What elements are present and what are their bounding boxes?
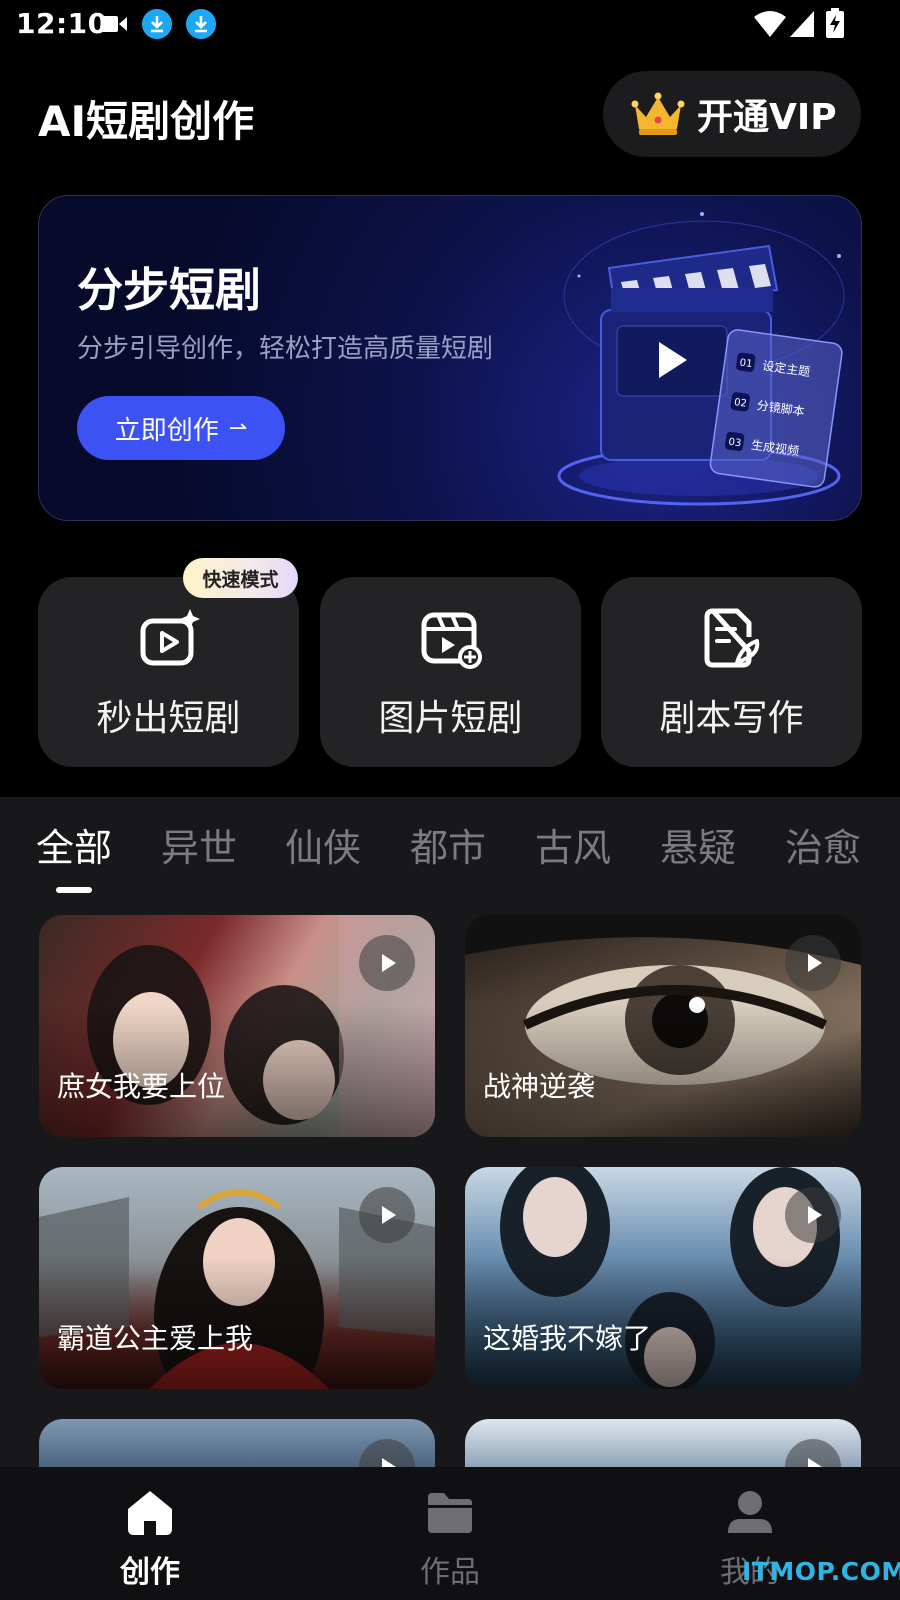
step-1-num: 01 — [739, 357, 753, 370]
drama-title: 庶女我要上位 — [57, 1070, 226, 1103]
nav-works-label: 作品 — [420, 1555, 480, 1590]
play-icon[interactable] — [359, 935, 415, 991]
quick-mode-badge: 快速模式 — [183, 558, 298, 598]
step-2-num: 02 — [733, 397, 747, 410]
create-now-button[interactable]: 立即创作 ⇀ — [77, 396, 285, 460]
wifi-icon — [754, 11, 786, 37]
script-pen-icon — [704, 608, 760, 668]
step-drama-banner[interactable]: 分步短剧 分步引导创作，轻松打造高质量短剧 立即创作 ⇀ 01 设定主题 02 … — [38, 195, 862, 521]
create-now-label: 立即创作 — [114, 415, 219, 446]
drama-card[interactable]: 霸道公主爱上我 — [39, 1167, 435, 1389]
tab-xianxia[interactable]: 仙侠 — [285, 817, 361, 872]
download-icon — [186, 9, 216, 39]
tab-healing[interactable]: 治愈 — [785, 817, 861, 872]
banner-title: 分步短剧 — [77, 263, 261, 317]
status-bar: 12:10 — [0, 0, 900, 50]
play-icon[interactable] — [785, 935, 841, 991]
content-section: 全部 异世 仙侠 都市 古风 悬疑 治愈 庶女我要上位 战神逆袭 霸道公主爱上我… — [0, 797, 900, 1467]
play-icon[interactable] — [785, 1187, 841, 1243]
nav-create[interactable]: 创作 — [0, 1467, 300, 1600]
watermark: ITMOP.COM — [742, 1557, 900, 1586]
drama-card[interactable]: 庶女我要上位 — [39, 915, 435, 1137]
download-icon — [142, 9, 172, 39]
video-sparkle-icon — [140, 609, 200, 666]
play-icon[interactable] — [785, 1439, 841, 1467]
drama-card[interactable]: 战神逆袭 — [465, 915, 861, 1137]
drama-title: 战神逆袭 — [483, 1070, 596, 1103]
image-film-icon — [421, 612, 482, 669]
tab-urban[interactable]: 都市 — [410, 817, 486, 872]
play-icon[interactable] — [359, 1439, 415, 1467]
arrow-icon: ⇀ — [228, 415, 248, 441]
drama-card[interactable]: 这婚我不嫁了 — [465, 1167, 861, 1389]
step-3-num: 03 — [728, 437, 742, 450]
signal-icon — [790, 11, 814, 37]
battery-charging-icon — [826, 8, 844, 38]
quick-drama-card[interactable]: 秒出短剧 — [38, 577, 299, 767]
play-icon[interactable] — [359, 1187, 415, 1243]
drama-title: 这婚我不嫁了 — [483, 1322, 652, 1355]
tab-indicator — [56, 887, 92, 893]
vip-label: 开通VIP — [697, 97, 837, 138]
image-drama-label: 图片短剧 — [378, 698, 523, 739]
banner-subtitle: 分步引导创作，轻松打造高质量短剧 — [77, 334, 494, 364]
tab-otherworld[interactable]: 异世 — [161, 817, 237, 872]
tab-mystery[interactable]: 悬疑 — [660, 817, 736, 872]
nav-works[interactable]: 作品 — [300, 1467, 600, 1600]
status-time: 12:10 — [16, 7, 108, 40]
drama-title: 霸道公主爱上我 — [57, 1322, 254, 1355]
home-icon — [128, 1491, 172, 1535]
script-writing-label: 剧本写作 — [659, 698, 804, 739]
clapperboard-illustration: 01 设定主题 02 分镜脚本 03 生成视频 — [557, 212, 845, 506]
script-writing-card[interactable]: 剧本写作 — [601, 577, 862, 767]
drama-card[interactable] — [39, 1419, 435, 1467]
drama-card[interactable] — [465, 1419, 861, 1467]
profile-icon — [728, 1491, 772, 1533]
tab-all[interactable]: 全部 — [36, 817, 112, 872]
video-camera-icon — [101, 16, 127, 32]
quick-drama-label: 秒出短剧 — [96, 698, 241, 739]
nav-create-label: 创作 — [120, 1555, 180, 1590]
image-drama-card[interactable]: 图片短剧 — [320, 577, 581, 767]
app-title: AI短剧创作 — [38, 97, 255, 146]
tab-ancient[interactable]: 古风 — [535, 817, 611, 872]
crown-icon — [631, 92, 685, 135]
vip-button[interactable]: 开通VIP — [603, 71, 861, 157]
folder-icon — [428, 1493, 472, 1533]
